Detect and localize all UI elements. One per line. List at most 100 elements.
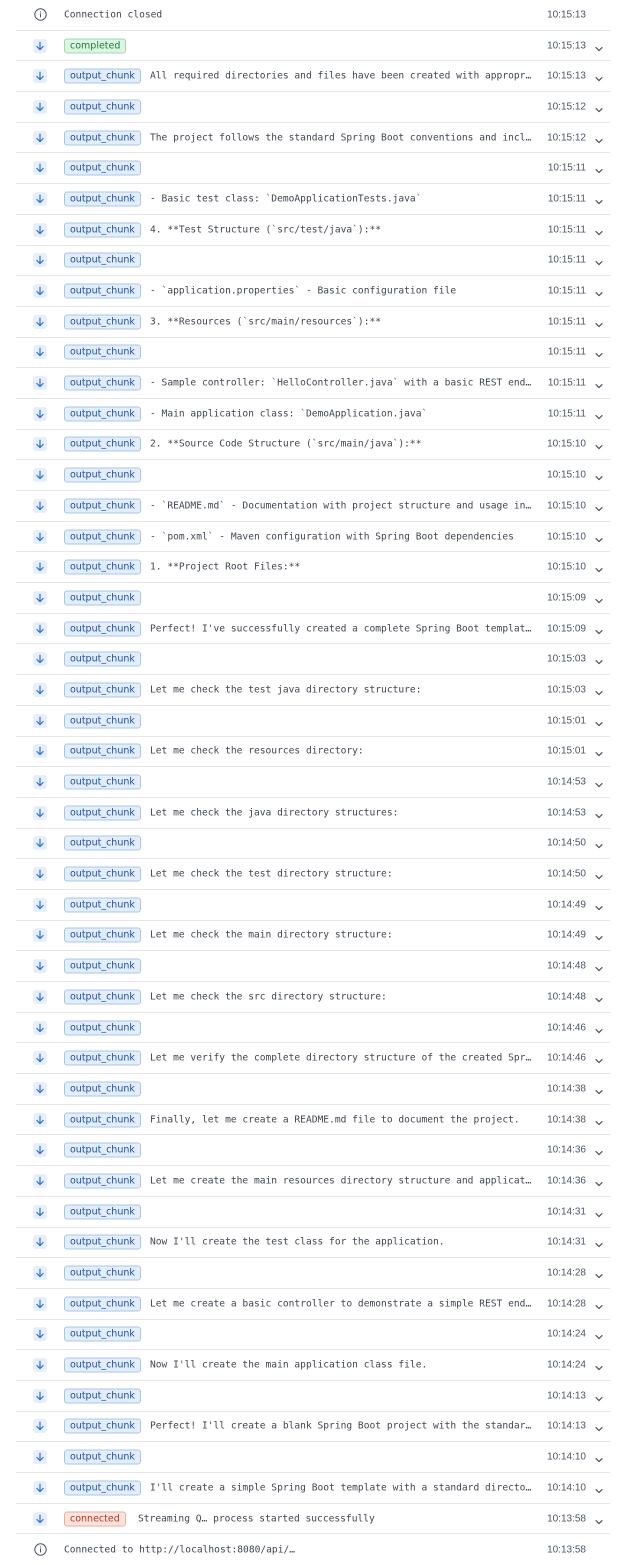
log-event-row[interactable]: output_chunk 10:14:49 <box>16 890 610 921</box>
log-event-row[interactable]: output_chunk - `pom.xml` - Maven configur… <box>16 522 610 553</box>
log-event-row[interactable]: output_chunk 10:15:09 <box>16 583 610 614</box>
log-event-row[interactable]: output_chunk 10:14:50 <box>16 829 610 860</box>
chevron-down-icon[interactable] <box>594 777 604 788</box>
chevron-down-icon[interactable] <box>594 716 604 726</box>
chevron-down-icon[interactable] <box>594 900 604 910</box>
log-event-row[interactable]: output_chunk - Main application class: `D… <box>16 399 610 430</box>
log-event-row[interactable]: output_chunk 10:15:12 <box>16 92 610 123</box>
chevron-down-icon[interactable] <box>594 808 604 818</box>
log-event-row[interactable]: output_chunk - Sample controller: `HelloC… <box>16 368 610 399</box>
log-event-row[interactable]: output_chunk Perfect! I'll create a blank… <box>16 1412 610 1443</box>
log-event-row[interactable]: output_chunk 10:14:13 <box>16 1381 610 1412</box>
log-event-row[interactable]: output_chunk 3. **Resources (`src/main/re… <box>16 307 610 338</box>
chevron-down-icon[interactable] <box>594 1115 604 1125</box>
log-event-row[interactable]: output_chunk 10:14:31 <box>16 1197 610 1228</box>
log-event-row[interactable]: output_chunk 10:15:03 <box>16 644 610 676</box>
log-event-row[interactable]: output_chunk Let me create a basic contro… <box>16 1289 610 1320</box>
chevron-down-icon[interactable] <box>594 225 604 235</box>
chevron-down-icon[interactable] <box>594 624 604 634</box>
chevron-down-icon[interactable] <box>594 1268 604 1279</box>
chevron-down-icon[interactable] <box>594 439 604 450</box>
log-event-row[interactable]: output_chunk 10:14:46 <box>16 1013 610 1044</box>
log-event-row[interactable]: output_chunk Perfect! I've successfully c… <box>16 614 610 645</box>
chevron-down-icon[interactable] <box>594 1452 604 1463</box>
chevron-down-icon[interactable] <box>594 1053 604 1064</box>
log-event-row[interactable]: output_chunk Let me check the java direct… <box>16 798 610 829</box>
log-event-row[interactable]: output_chunk 4. **Test Structure (`src/te… <box>16 215 610 246</box>
log-event-row[interactable]: output_chunk 2. **Source Code Structure (… <box>16 430 610 461</box>
log-event-row[interactable]: output_chunk 10:14:10 <box>16 1442 610 1473</box>
chevron-down-icon[interactable] <box>594 194 604 205</box>
chevron-down-icon[interactable] <box>594 1237 604 1248</box>
log-event-row[interactable]: output_chunk Now I'll create the main app… <box>16 1350 610 1381</box>
log-event-row[interactable]: output_chunk Finally, let me create a REA… <box>16 1105 610 1136</box>
chevron-down-icon[interactable] <box>594 1514 604 1524</box>
log-event-row[interactable]: output_chunk 10:14:38 <box>16 1074 610 1105</box>
chevron-down-icon[interactable] <box>594 685 604 696</box>
log-event-row[interactable]: output_chunk - Basic test class: `DemoApp… <box>16 184 610 215</box>
chevron-down-icon[interactable] <box>594 1483 604 1494</box>
chevron-down-icon[interactable] <box>594 1207 604 1217</box>
log-event-row[interactable]: output_chunk All required directories and… <box>16 61 610 93</box>
chevron-down-icon[interactable] <box>594 654 604 665</box>
log-event-row[interactable]: output_chunk Let me check the src directo… <box>16 982 610 1013</box>
chevron-down-icon[interactable] <box>594 1299 604 1309</box>
chevron-down-icon[interactable] <box>594 255 604 266</box>
chevron-down-icon[interactable] <box>594 1145 604 1156</box>
chevron-down-icon[interactable] <box>594 532 604 542</box>
chevron-down-icon[interactable] <box>594 501 604 512</box>
log-event-row[interactable]: output_chunk 10:15:01 <box>16 706 610 737</box>
chevron-down-icon[interactable] <box>594 133 604 143</box>
log-event-row[interactable]: completed 10:15:13 <box>16 31 610 62</box>
chevron-down-icon[interactable] <box>594 869 604 880</box>
chevron-down-icon[interactable] <box>594 102 604 113</box>
chevron-down-icon[interactable] <box>594 1360 604 1371</box>
log-event-row[interactable]: output_chunk Let me check the resources d… <box>16 737 610 768</box>
log-event-row[interactable]: output_chunk - `README.md` - Documentatio… <box>16 491 610 522</box>
chevron-down-icon[interactable] <box>594 562 604 573</box>
log-event-row[interactable]: output_chunk 10:14:24 <box>16 1320 610 1351</box>
chevron-down-icon[interactable] <box>594 1084 604 1095</box>
log-event-row[interactable]: output_chunk Let me verify the complete d… <box>16 1043 610 1075</box>
log-event-row[interactable]: output_chunk 10:14:28 <box>16 1258 610 1289</box>
log-event-row[interactable]: output_chunk Now I'll create the test cla… <box>16 1228 610 1259</box>
chevron-down-icon[interactable] <box>594 961 604 972</box>
chevron-down-icon[interactable] <box>594 163 604 174</box>
log-event-row[interactable]: output_chunk 10:15:11 <box>16 338 610 369</box>
log-event-row[interactable]: output_chunk Let me create the main resou… <box>16 1166 610 1197</box>
log-timestamp: 10:14:24 <box>547 1359 586 1371</box>
chevron-down-icon[interactable] <box>594 41 604 51</box>
event-type-badge: connected <box>64 1511 126 1527</box>
chevron-down-icon[interactable] <box>594 347 604 358</box>
log-event-row[interactable]: output_chunk - `application.properties` -… <box>16 276 610 307</box>
log-event-row[interactable]: connected Streaming Q… process started su… <box>16 1504 610 1535</box>
chevron-down-icon[interactable] <box>594 1023 604 1033</box>
log-event-row[interactable]: output_chunk 10:14:36 <box>16 1135 610 1167</box>
chevron-down-icon[interactable] <box>594 1329 604 1340</box>
log-event-row[interactable]: output_chunk Let me check the test java d… <box>16 675 610 706</box>
chevron-down-icon[interactable] <box>594 1391 604 1401</box>
chevron-down-icon[interactable] <box>594 71 604 82</box>
log-event-row[interactable]: output_chunk 10:15:10 <box>16 460 610 491</box>
log-event-row[interactable]: output_chunk 1. **Project Root Files:** 10… <box>16 552 610 584</box>
log-event-row[interactable]: output_chunk 10:15:11 <box>16 246 610 277</box>
chevron-down-icon[interactable] <box>594 746 604 757</box>
chevron-down-icon[interactable] <box>594 838 604 849</box>
chevron-down-icon[interactable] <box>594 286 604 297</box>
chevron-down-icon[interactable] <box>594 470 604 481</box>
chevron-down-icon[interactable] <box>594 1176 604 1187</box>
log-event-row[interactable]: output_chunk 10:15:11 <box>16 153 610 185</box>
log-event-row[interactable]: output_chunk 10:14:53 <box>16 767 610 798</box>
chevron-down-icon[interactable] <box>594 992 604 1003</box>
chevron-down-icon[interactable] <box>594 930 604 941</box>
log-event-row[interactable]: output_chunk The project follows the stan… <box>16 123 610 154</box>
log-event-row[interactable]: output_chunk Let me check the main direct… <box>16 921 610 952</box>
chevron-down-icon[interactable] <box>594 317 604 327</box>
chevron-down-icon[interactable] <box>594 1421 604 1432</box>
log-event-row[interactable]: output_chunk I'll create a simple Spring … <box>16 1473 610 1504</box>
chevron-down-icon[interactable] <box>594 409 604 419</box>
log-event-row[interactable]: output_chunk 10:14:48 <box>16 951 610 982</box>
log-event-row[interactable]: output_chunk Let me check the test direct… <box>16 859 610 890</box>
chevron-down-icon[interactable] <box>594 378 604 389</box>
chevron-down-icon[interactable] <box>594 593 604 604</box>
